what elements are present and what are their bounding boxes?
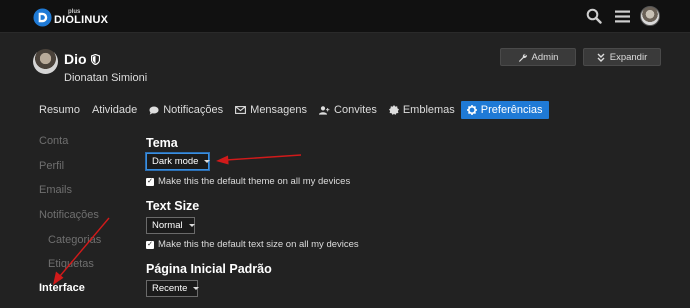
sidebar-item-notificacoes[interactable]: Notificações (39, 209, 99, 221)
theme-default-checkbox[interactable]: ✓ (146, 177, 154, 186)
tab-label: Mensagens (250, 104, 308, 116)
text-size-select-value: Normal (152, 220, 183, 231)
theme-title: Tema (146, 136, 178, 150)
gear-icon (466, 105, 477, 115)
search-icon[interactable] (584, 6, 604, 26)
caret-down-icon (188, 224, 195, 227)
text-size-select[interactable]: Normal (146, 217, 195, 234)
admin-button[interactable]: Admin (500, 48, 576, 66)
chat-bubble-icon (149, 106, 159, 115)
theme-default-label: Make this the default theme on all my de… (158, 176, 351, 187)
tab-resumo[interactable]: Resumo (33, 101, 86, 119)
tab-mensagens[interactable]: Mensagens (229, 101, 313, 119)
top-header: plus DIOLINUX (0, 0, 690, 33)
theme-select-value: Dark mode (152, 156, 199, 167)
username-heading: Dio (64, 51, 100, 67)
homepage-select[interactable]: Recente (146, 280, 200, 297)
sidebar-item-etiquetas[interactable]: Etiquetas (48, 258, 94, 270)
d-logo-icon (33, 7, 52, 27)
expand-label: Expandir (609, 51, 648, 63)
sidebar-item-perfil[interactable]: Perfil (39, 160, 64, 172)
homepage-select-value: Recente (152, 283, 188, 294)
tab-label: Notificações (163, 104, 224, 116)
expand-button[interactable]: Expandir (583, 48, 661, 66)
text-size-default-label: Make this the default text size on all m… (158, 239, 359, 250)
homepage-title: Página Inicial Padrão (146, 262, 272, 276)
logo-text: DIOLINUX (54, 13, 109, 26)
tab-label: Atividade (91, 104, 138, 116)
arrow-to-interface-item (53, 217, 110, 285)
tab-convites[interactable]: Convites (313, 101, 383, 119)
user-plus-icon (319, 105, 330, 115)
envelope-icon (235, 106, 247, 114)
profile-tabs: Resumo Atividade Notificações Mensagens … (33, 101, 549, 119)
user-avatar[interactable] (640, 6, 660, 26)
full-name: Dionatan Simioni (64, 72, 148, 84)
caret-down-icon (193, 287, 200, 290)
theme-default-checkbox-row[interactable]: ✓ Make this the default theme on all my … (146, 176, 350, 187)
sidebar-item-conta[interactable]: Conta (39, 135, 68, 147)
admin-label: Admin (531, 51, 559, 63)
caret-down-icon (204, 160, 211, 163)
annotation-arrows (53, 154, 302, 285)
double-chevron-down-icon (597, 53, 605, 62)
sidebar-item-emails[interactable]: Emails (39, 184, 72, 196)
sidebar-item-interface[interactable]: Interface (39, 282, 85, 294)
wrench-icon (518, 53, 527, 62)
certificate-icon (388, 105, 399, 115)
menu-icon[interactable] (612, 6, 632, 26)
text-size-default-checkbox[interactable]: ✓ (146, 240, 154, 249)
avatar (33, 49, 58, 74)
tab-atividade[interactable]: Atividade (86, 101, 143, 119)
theme-select[interactable]: Dark mode (146, 153, 211, 170)
tab-emblemas[interactable]: Emblemas (383, 101, 461, 119)
tab-label: Convites (334, 104, 377, 116)
text-size-title: Text Size (146, 199, 200, 213)
tab-label: Emblemas (402, 104, 455, 116)
text-size-default-checkbox-row[interactable]: ✓ Make this the default text size on all… (146, 239, 359, 250)
arrow-to-theme-select (216, 154, 302, 165)
tab-label: Preferências (480, 104, 543, 116)
tab-preferencias[interactable]: Preferências (460, 101, 549, 119)
username: Dio (64, 51, 87, 67)
site-logo[interactable]: plus DIOLINUX (33, 6, 108, 28)
shield-icon (90, 53, 100, 65)
sidebar-item-categorias[interactable]: Categorias (48, 234, 101, 246)
tab-notificacoes[interactable]: Notificações (143, 101, 229, 119)
tab-label: Resumo (39, 104, 80, 116)
